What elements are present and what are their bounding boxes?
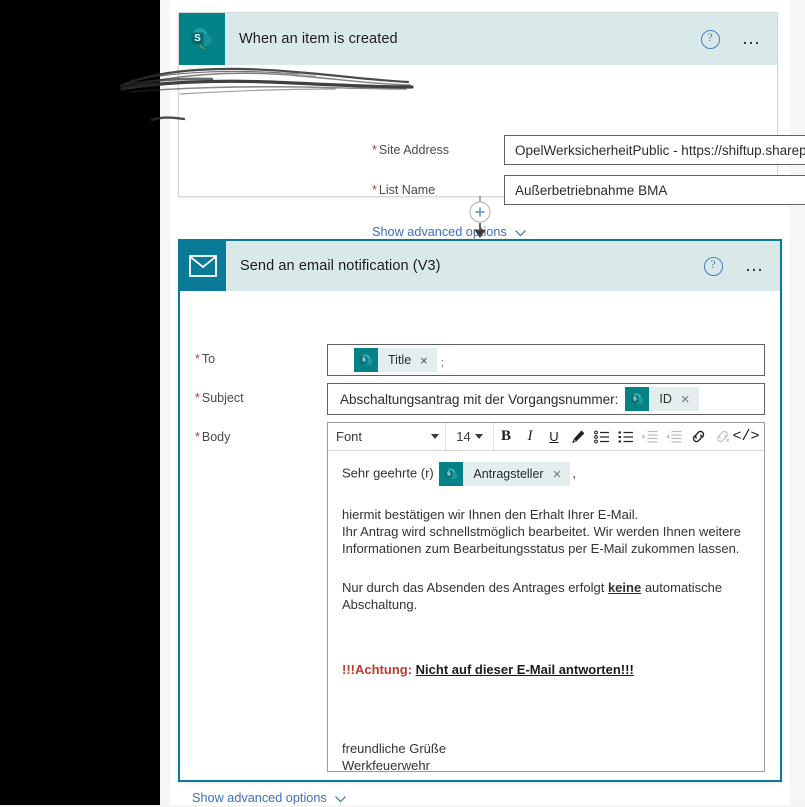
sharepoint-token-icon: S (625, 387, 650, 411)
close-icon[interactable]: × (681, 392, 699, 407)
salutation-line: Sehr geehrte (r) S Antragsteller × , (342, 462, 750, 486)
site-address-label: Site Address (378, 143, 450, 157)
warning-prefix: !!!Achtung: (342, 662, 413, 677)
trigger-show-advanced-options[interactable]: Show advanced options (372, 225, 527, 239)
paragraph-no-auto-shutdown-post: automatische (641, 580, 723, 595)
font-size-dropdown[interactable]: 14 (446, 423, 494, 450)
paragraph-confirmation-line1: hiermit bestätigen wir Ihnen den Erhalt … (342, 507, 639, 522)
list-name-dropdown[interactable]: Außerbetriebnahme BMA (504, 175, 805, 205)
sharepoint-icon: S (179, 13, 225, 65)
subject-text: Abschaltungsantrag mit der Vorgangsnumme… (340, 391, 619, 407)
chevron-down-icon (334, 793, 347, 803)
chevron-down-icon (431, 434, 439, 439)
paragraph-no-auto-shutdown-pre: Nur durch das Absenden des Antrages erfo… (342, 580, 608, 595)
subject-label: Subject (201, 391, 244, 405)
indent-increase-icon[interactable] (638, 423, 662, 450)
svg-text:S: S (194, 33, 201, 44)
subject-token-label: ID (659, 392, 672, 406)
trigger-card-more-menu[interactable]: … (742, 29, 764, 48)
underline-button[interactable]: U (542, 423, 566, 450)
salutation-prefix: Sehr geehrte (r) (342, 465, 434, 481)
bold-button[interactable]: B (494, 423, 518, 450)
site-address-required-asterisk: * (372, 143, 377, 157)
email-card-title: Send an email notification (V3) (240, 258, 441, 274)
left-dark-panel (0, 0, 160, 805)
site-address-value: OpelWerksicherheitPublic - https://shift… (515, 142, 805, 158)
list-name-value: Außerbetriebnahme BMA (515, 182, 668, 198)
chevron-down-icon (474, 434, 483, 439)
body-label: Body (201, 430, 231, 444)
to-required-asterisk: * (195, 352, 200, 366)
paragraph-confirmation: hiermit bestätigen wir Ihnen den Erhalt … (342, 506, 750, 557)
subject-label-row: * Subject (195, 391, 244, 405)
code-view-button[interactable]: </> (733, 423, 760, 450)
subject-token-chip[interactable]: S ID × (625, 387, 699, 411)
to-label: To (201, 352, 216, 366)
warning-line: !!!Achtung: Nicht auf dieser E-Mail antw… (342, 661, 750, 678)
list-name-required-asterisk: * (372, 183, 377, 197)
closing-line2: Werkfeuerwehr (342, 758, 430, 771)
font-family-value: Font (336, 429, 363, 444)
link-icon[interactable] (686, 423, 710, 450)
body-label-row: * Body (195, 430, 230, 444)
envelope-icon (180, 241, 226, 291)
to-trailing-separator: ; (440, 356, 444, 369)
sharepoint-token-icon: S (439, 462, 464, 486)
email-card-more-menu[interactable]: … (745, 256, 767, 275)
svg-text:S: S (633, 396, 637, 402)
unlink-icon[interactable] (710, 423, 734, 450)
trigger-card-header[interactable]: S When an item is created ? … (179, 13, 777, 65)
paragraph-confirmation-line2: Ihr Antrag wird schnellstmöglich bearbei… (342, 524, 741, 539)
closing-block: freundliche Grüße Werkfeuerwehr (342, 740, 750, 771)
paragraph-emphasis-keine: keine (607, 580, 642, 595)
to-input[interactable]: S Title × ; (327, 344, 765, 376)
close-icon[interactable]: × (553, 467, 571, 482)
to-label-row: * To (195, 352, 215, 366)
to-token-label: Title (388, 353, 412, 367)
step-connector[interactable] (462, 196, 498, 241)
salutation-token-label: Antragsteller (473, 466, 544, 481)
list-name-label: List Name (378, 183, 436, 197)
paragraph-no-auto-shutdown-line2: Abschaltung. (342, 597, 418, 612)
body-required-asterisk: * (195, 430, 200, 444)
email-show-advanced-options-label: Show advanced options (192, 791, 327, 805)
site-address-dropdown[interactable]: OpelWerksicherheitPublic - https://shift… (504, 135, 805, 165)
close-icon[interactable]: × (420, 354, 437, 367)
action-card-send-an-email-notification[interactable]: Send an email notification (V3) ? … * To (178, 239, 782, 805)
trigger-card-title: When an item is created (239, 31, 398, 47)
rte-toolbar: Font 14 B I U </> (328, 423, 764, 451)
to-token-chip[interactable]: S Title × (354, 348, 437, 372)
svg-text:S: S (447, 471, 451, 477)
bullet-list-icon[interactable] (614, 423, 638, 450)
indent-decrease-icon[interactable] (662, 423, 686, 450)
trigger-card-when-an-item-is-created[interactable]: S When an item is created ? … * Site Add… (178, 12, 805, 239)
paragraph-no-auto-shutdown: Nur durch das Absenden des Antrages erfo… (342, 579, 750, 613)
font-size-value: 14 (456, 429, 471, 444)
svg-text:S: S (362, 357, 366, 363)
list-name-label-row: * List Name (372, 183, 435, 197)
email-show-advanced-options[interactable]: Show advanced options (192, 791, 347, 805)
font-family-dropdown[interactable]: Font (336, 423, 446, 450)
pen-icon[interactable] (566, 423, 590, 450)
help-icon[interactable]: ? (703, 256, 723, 276)
email-card-header[interactable]: Send an email notification (V3) ? … (180, 241, 780, 291)
warning-text: Nicht auf dieser E-Mail antworten!!! (415, 662, 634, 677)
subject-input[interactable]: Abschaltungsantrag mit der Vorgangsnumme… (327, 383, 765, 415)
paragraph-confirmation-line3: Informationen zum Bearbeitungsstatus per… (342, 541, 740, 556)
chevron-down-icon (514, 227, 527, 237)
body-rich-text-editor[interactable]: Font 14 B I U </> Sehr geehrte (r) S Ant… (327, 422, 765, 772)
site-address-label-row: * Site Address (372, 143, 449, 157)
sharepoint-token-icon: S (354, 348, 378, 372)
subject-required-asterisk: * (195, 391, 200, 405)
salutation-token-chip[interactable]: S Antragsteller × (439, 462, 571, 486)
closing-line1: freundliche Grüße (342, 741, 447, 756)
salutation-suffix: , (572, 465, 576, 481)
help-icon[interactable]: ? (700, 29, 720, 49)
body-content-area[interactable]: Sehr geehrte (r) S Antragsteller × , hie… (328, 450, 764, 771)
numbered-list-icon[interactable] (590, 423, 614, 450)
italic-button[interactable]: I (518, 423, 542, 450)
